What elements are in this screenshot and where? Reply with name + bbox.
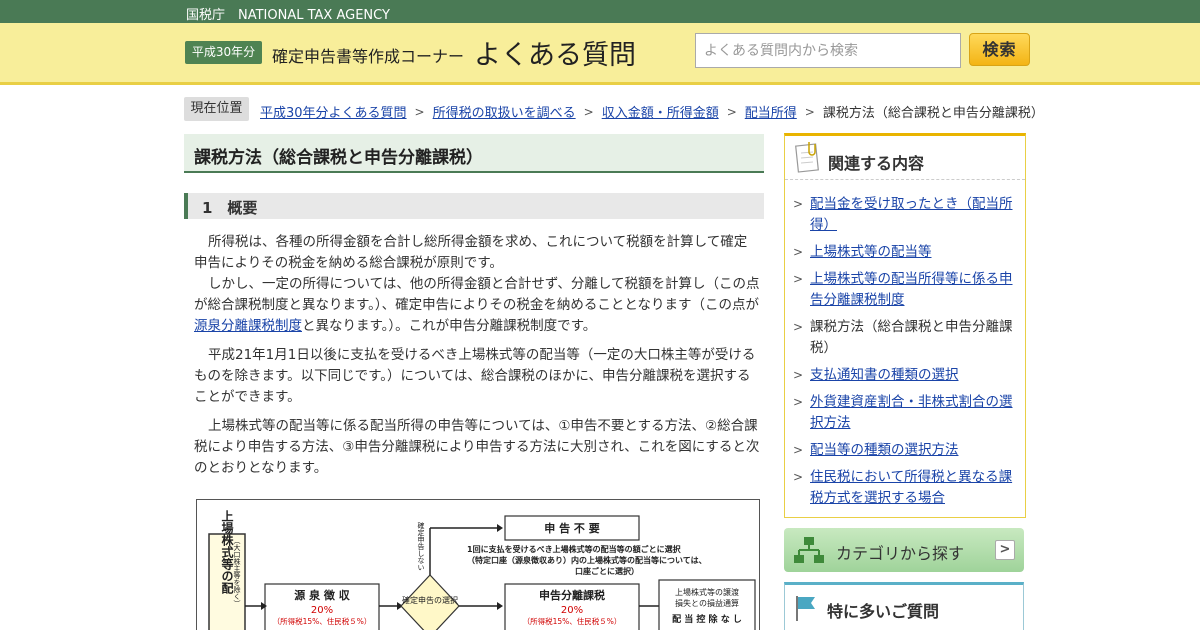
related-link[interactable]: 配当等の種類の選択方法 (810, 442, 959, 458)
related-current: 課税方法（総合課税と申告分離課税） (810, 319, 1013, 356)
related-header: 関連する内容 (785, 136, 1025, 180)
paragraph-2-text: しかし、一定の所得については、他の所得金額と合計せず、分離して税額を計算し（この… (194, 276, 760, 313)
faq-title[interactable]: よくある質問 (474, 33, 636, 72)
diagram-offset-1: 上場株式等の譲渡 (675, 587, 739, 597)
paragraph-4: 上場株式等の配当等に係る配当所得の申告等については、①申告不要とする方法、②総合… (194, 418, 760, 476)
breadcrumb-link[interactable]: 平成30年分よくある質問 (260, 102, 407, 121)
related-item[interactable]: > 配当金を受け取ったとき（配当所得） (793, 194, 1021, 236)
breadcrumb-link[interactable]: 所得税の取扱いを調べる (433, 102, 576, 121)
related-link[interactable]: 支払通知書の種類の選択 (810, 367, 959, 383)
related-item[interactable]: > 外貨建資産割合・非株式割合の選択方法 (793, 392, 1021, 434)
breadcrumb-link[interactable]: 配当所得 (745, 102, 797, 121)
diagram-separate: 申告分離課税 (539, 588, 605, 602)
related-content-box: 関連する内容 > 配当金を受け取ったとき（配当所得） > 上場株式等の配当等 > 上場… (784, 133, 1026, 518)
related-title: 関連する内容 (828, 154, 925, 173)
page-title: 課税方法（総合課税と申告分離課税） (194, 148, 483, 168)
diagram-withholding: 源 泉 徴 収 (294, 588, 350, 602)
corner-title[interactable]: 確定申告書等作成コーナー (272, 43, 464, 67)
chevron-right-icon: > (793, 368, 804, 382)
diagram-separate-detail: （所得税15%、住民税５%） (523, 616, 622, 626)
search-input[interactable] (695, 33, 961, 68)
related-link[interactable]: 配当金を受け取ったとき（配当所得） (810, 196, 1013, 233)
related-item[interactable]: > 配当等の種類の選択方法 (793, 440, 1021, 461)
withholding-separate-link[interactable]: 源泉分離課税制度 (194, 318, 302, 334)
related-item[interactable]: > 支払通知書の種類の選択 (793, 365, 1021, 386)
diagram-withholding-rate: 20% (311, 605, 333, 616)
popular-title: 特に多いご質問 (827, 602, 940, 621)
chevron-right-icon: > (793, 245, 804, 259)
chevron-right-icon: > (995, 540, 1015, 560)
chevron-right-icon: > (793, 320, 804, 334)
diagram-no-declare: 確定申告しない (417, 521, 425, 571)
popular-questions-box: 特に多いご質問 (784, 582, 1024, 630)
section-heading: 1 概要 (184, 193, 764, 219)
related-item[interactable]: > 上場株式等の配当等 (793, 242, 1021, 263)
paragraph-2-text-end: と異なります。）。これが申告分離課税制度です。 (302, 318, 597, 334)
diagram-not-required: 申 告 不 要 (544, 521, 600, 535)
breadcrumb-label: 現在位置 (184, 97, 249, 121)
chevron-right-icon: > (793, 470, 804, 484)
breadcrumb-separator-icon: > (804, 104, 815, 119)
chevron-right-icon: > (793, 197, 804, 211)
diagram-withholding-detail: （所得税15%、住民税５%） (273, 616, 372, 626)
memo-icon (793, 140, 823, 178)
page-title-box: 課税方法（総合課税と申告分離課税） (184, 134, 764, 173)
category-search-button[interactable]: カテゴリから探す > (784, 528, 1024, 572)
breadcrumb-items: 平成30年分よくある質問 > 所得税の取扱いを調べる > 収入金額・所得金額 >… (260, 102, 1044, 122)
related-item[interactable]: > 上場株式等の配当所得等に係る申告分離課税制度 (793, 269, 1021, 311)
diagram-svg: 上場株式等の配 （大口株主等を除く） 源 泉 徴 収 20% （所得税15%、住… (208, 509, 756, 630)
breadcrumb-separator-icon: > (583, 104, 594, 119)
diagram-note-3: 口座ごとに選択） (575, 566, 639, 576)
related-list: > 配当金を受け取ったとき（配当所得） > 上場株式等の配当等 > 上場株式等の配当所… (793, 194, 1021, 515)
related-item-current: > 課税方法（総合課税と申告分離課税） (793, 317, 1021, 359)
search-button[interactable]: 検索 (969, 33, 1030, 66)
breadcrumb-separator-icon: > (414, 104, 425, 119)
chevron-right-icon: > (793, 395, 804, 409)
diagram-note-2: （特定口座（源泉徴収あり）内の上場株式等の配当等については、 (467, 555, 707, 565)
top-bar: 国税庁 NATIONAL TAX AGENCY (0, 0, 1200, 23)
diagram-left-note: （大口株主等を除く） (233, 537, 241, 607)
paragraph-3: 平成21年1月1日以後に支払を受けるべき上場株式等の配当等（一定の大口株主等が受… (194, 347, 756, 405)
category-label: カテゴリから探す (836, 544, 965, 563)
flag-icon (791, 593, 821, 627)
diagram-choice: 確定申告の選択 (402, 595, 458, 605)
related-item[interactable]: > 住民税において所得税と異なる課税方式を選択する場合 (793, 467, 1021, 509)
agency-name[interactable]: 国税庁 NATIONAL TAX AGENCY (186, 4, 390, 23)
year-badge: 平成30年分 (185, 41, 262, 64)
related-link[interactable]: 住民税において所得税と異なる課税方式を選択する場合 (810, 469, 1012, 506)
diagram-note-1: 1回に支払を受けるべき上場株式等の配当等の額ごとに選択 (467, 544, 682, 554)
paragraph-1: 所得税は、各種の所得金額を合計し総所得金額を求め、これについて税額を計算して確定… (194, 234, 748, 271)
chevron-right-icon: > (793, 272, 804, 286)
taxation-diagram: 上場株式等の配 （大口株主等を除く） 源 泉 徴 収 20% （所得税15%、住… (196, 499, 760, 630)
related-link[interactable]: 外貨建資産割合・非株式割合の選択方法 (810, 394, 1013, 431)
chevron-right-icon: > (793, 443, 804, 457)
diagram-left-label: 上場株式等の配 (220, 509, 234, 595)
related-link[interactable]: 上場株式等の配当等 (810, 244, 932, 260)
diagram-no-dividend-credit: 配 当 控 除 な し (672, 613, 742, 625)
breadcrumb-separator-icon: > (726, 104, 737, 119)
section-title: 1 概要 (202, 199, 258, 217)
breadcrumb-link[interactable]: 収入金額・所得金額 (602, 102, 719, 121)
related-link[interactable]: 上場株式等の配当所得等に係る申告分離課税制度 (810, 271, 1013, 308)
paragraph-2: しかし、一定の所得については、他の所得金額と合計せず、分離して税額を計算し（この… (194, 274, 760, 337)
site-header: 平成30年分 確定申告書等作成コーナー よくある質問 検索 (0, 23, 1200, 85)
diagram-offset-2: 損失との損益通算 (675, 598, 739, 608)
breadcrumb-current: 課税方法（総合課税と申告分離課税） (822, 106, 1044, 121)
sitemap-icon (792, 535, 826, 569)
diagram-separate-rate: 20% (561, 605, 583, 616)
